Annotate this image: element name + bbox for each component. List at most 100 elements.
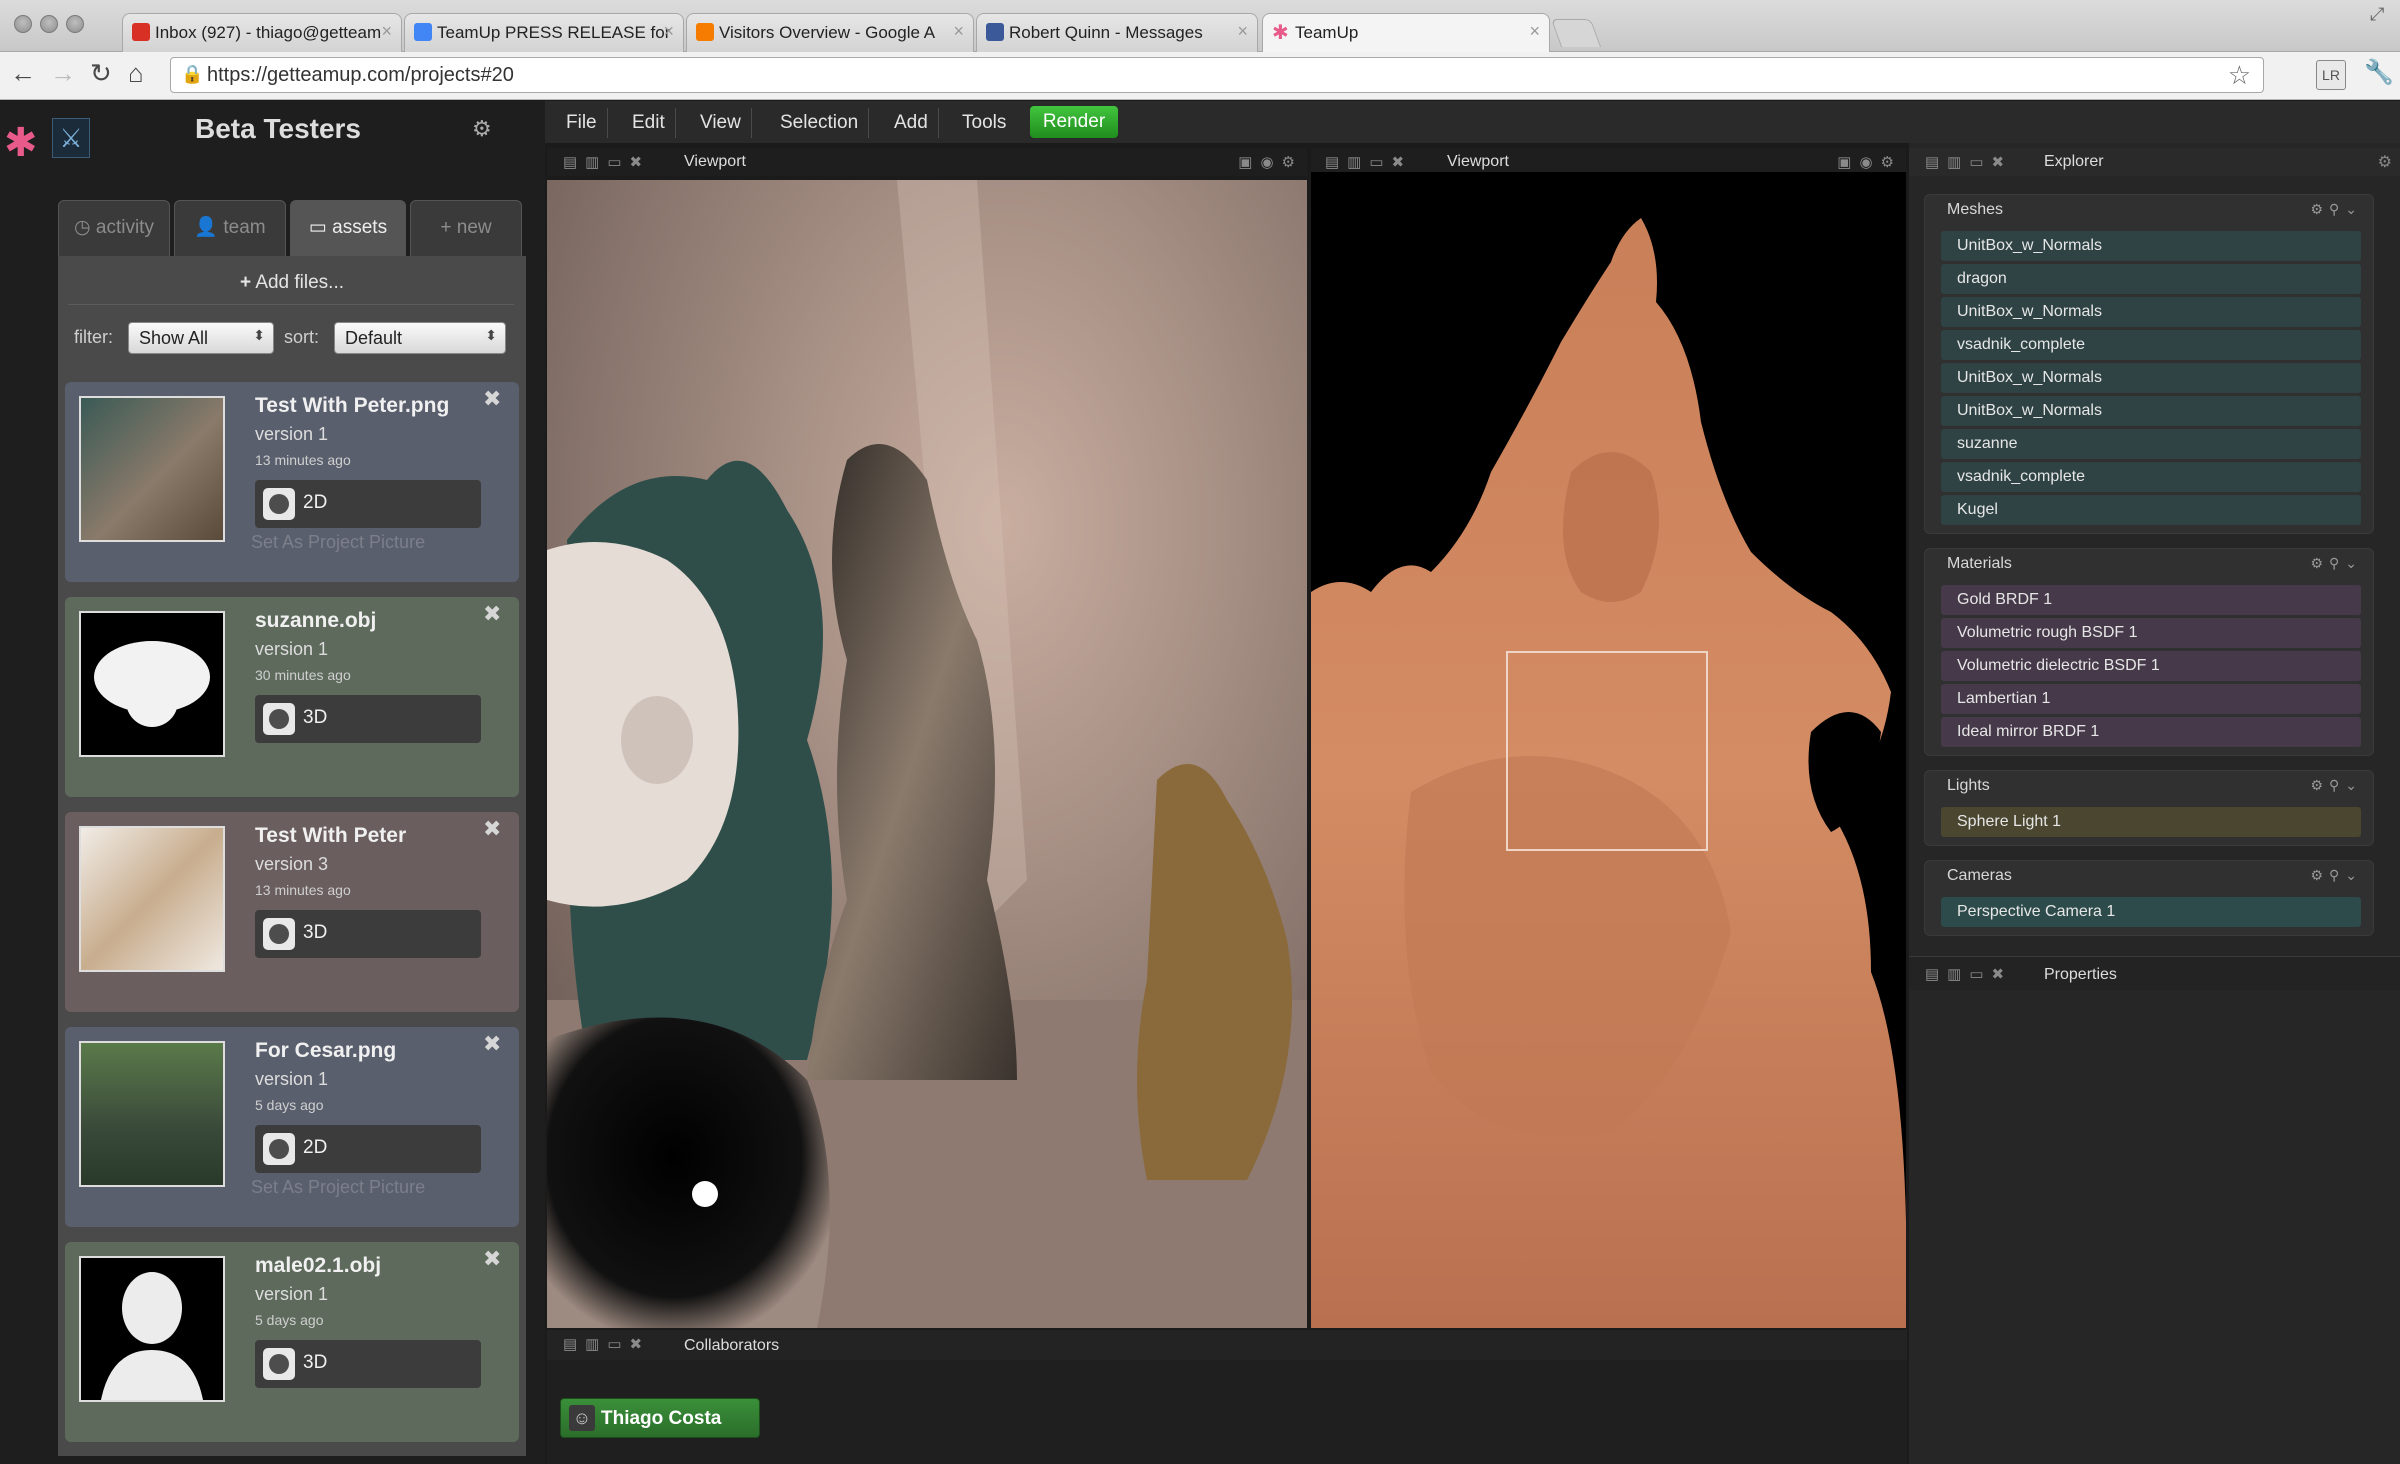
mesh-item[interactable]: UnitBox_w_Normals [1941,363,2361,393]
asset-type-badge[interactable]: 3D [255,1340,481,1388]
extension-icon[interactable]: LR [2316,60,2346,90]
tab-assets[interactable]: ▭ assets [290,200,406,256]
close-icon[interactable]: ✖ [483,601,501,627]
material-item[interactable]: Volumetric dielectric BSDF 1 [1941,651,2361,681]
close-icon[interactable]: ✖ [483,386,501,412]
mesh-item[interactable]: UnitBox_w_Normals [1941,396,2361,426]
material-item[interactable]: Lambertian 1 [1941,684,2361,714]
viewport-render-left[interactable] [547,180,1307,1328]
mesh-item[interactable]: vsadnik_complete [1941,330,2361,360]
mesh-item[interactable]: suzanne [1941,429,2361,459]
filter-label: filter: [74,327,114,347]
asset-type-badge[interactable]: 2D [255,1125,481,1173]
asset-version: version 1 [255,1069,329,1089]
mesh-item[interactable]: Kugel [1941,495,2361,525]
group-tool-icons[interactable]: ⚙⚲⌄ [2310,777,2363,794]
tab-team[interactable]: 👤 team [174,200,286,256]
browser-tab-docs[interactable]: TeamUp PRESS RELEASE for × [404,13,684,52]
asset-card[interactable]: Test With Peter version 3 13 minutes ago… [65,812,519,1012]
layout-icons[interactable]: ▤▥▭✖ [563,153,650,171]
mesh-item[interactable]: UnitBox_w_Normals [1941,231,2361,261]
browser-tab-facebook[interactable]: Robert Quinn - Messages × [976,13,1258,52]
asset-type-badge[interactable]: 3D [255,910,481,958]
asset-thumbnail[interactable] [79,1256,225,1402]
set-project-picture-link[interactable]: Set As Project Picture [251,532,425,553]
asset-thumbnail[interactable] [79,611,225,757]
close-tab-icon[interactable]: × [953,21,964,42]
browser-tab-teamup[interactable]: ✱ TeamUp × [1262,13,1550,52]
close-tab-icon[interactable]: × [1237,21,1248,42]
layout-icons[interactable]: ▤▥▭✖ [1925,153,2012,171]
menu-selection[interactable]: Selection [770,108,870,138]
layout-icons[interactable]: ▤▥▭✖ [563,1335,650,1353]
asset-thumbnail[interactable] [79,826,225,972]
collaborator-chip[interactable]: ☺ Thiago Costa [560,1398,760,1438]
group-tool-icons[interactable]: ⚙⚲⌄ [2310,201,2363,218]
gear-icon[interactable]: ⚙ [2378,152,2392,172]
add-files-button[interactable]: + Add files... [58,272,526,294]
asset-card[interactable]: Test With Peter.png version 1 13 minutes… [65,382,519,582]
set-project-picture-link[interactable]: Set As Project Picture [251,1177,425,1198]
tab-new[interactable]: + new [410,200,522,256]
viewport-tool-icons[interactable]: ▣◉⚙ [1238,153,1303,171]
menu-tools[interactable]: Tools [952,108,1016,138]
material-item[interactable]: Ideal mirror BRDF 1 [1941,717,2361,747]
reload-icon[interactable]: ↻ [90,58,112,88]
zoom-window-button[interactable] [66,15,84,33]
material-item[interactable]: Gold BRDF 1 [1941,585,2361,615]
explorer-header: ▤▥▭✖ Explorer ⚙ [1909,148,2400,176]
menu-view[interactable]: View [690,108,752,138]
browser-tab-analytics[interactable]: Visitors Overview - Google A × [686,13,974,52]
asset-type-badge[interactable]: 3D [255,695,481,743]
material-item[interactable]: Volumetric rough BSDF 1 [1941,618,2361,648]
gear-icon[interactable]: ⚙ [472,116,492,142]
mesh-item[interactable]: UnitBox_w_Normals [1941,297,2361,327]
minimize-window-button[interactable] [40,15,58,33]
teamup-logo[interactable]: ✱ [4,120,38,166]
project-title: Beta Testers [195,113,362,144]
close-window-button[interactable] [14,15,32,33]
close-icon[interactable]: ✖ [483,1031,501,1057]
layout-icons[interactable]: ▤▥▭✖ [1925,965,2012,983]
render-button[interactable]: Render [1030,106,1118,138]
tab-activity[interactable]: ◷ activity [58,200,170,256]
bookmark-star-icon[interactable]: ☆ [2228,60,2251,91]
asset-thumbnail[interactable] [79,1041,225,1187]
asset-thumbnail[interactable] [79,396,225,542]
asset-time: 13 minutes ago [255,882,351,898]
sort-select[interactable]: Default ⬍ [334,322,506,354]
mesh-item[interactable]: dragon [1941,264,2361,294]
layout-icons[interactable]: ▤▥▭✖ [1325,153,1412,171]
project-avatar[interactable]: ⚔ [52,118,90,158]
home-icon[interactable]: ⌂ [128,58,144,88]
browser-tab-gmail[interactable]: Inbox (927) - thiago@getteam × [122,13,402,52]
filter-select[interactable]: Show All ⬍ [128,322,274,354]
camera-item[interactable]: Perspective Camera 1 [1941,897,2361,927]
sidebar-tabs: ◷ activity 👤 team ▭ assets + new [58,200,526,256]
asset-card[interactable]: male02.1.obj version 1 5 days ago 3D ✖ [65,1242,519,1442]
address-bar[interactable]: 🔒 https://getteamup.com/projects#20 ☆ [170,57,2264,93]
forward-icon[interactable]: → [50,58,76,88]
menu-file[interactable]: File [556,108,608,138]
close-icon[interactable]: ✖ [483,816,501,842]
group-tool-icons[interactable]: ⚙⚲⌄ [2310,555,2363,572]
light-item[interactable]: Sphere Light 1 [1941,807,2361,837]
menu-edit[interactable]: Edit [622,108,676,138]
new-tab-button[interactable] [1550,19,1602,47]
close-tab-icon[interactable]: × [1529,21,1540,42]
back-icon[interactable]: ← [10,58,36,88]
close-icon[interactable]: ✖ [483,1246,501,1272]
asset-card[interactable]: suzanne.obj version 1 30 minutes ago 3D … [65,597,519,797]
wrench-icon[interactable]: 🔧 [2364,58,2394,88]
viewport-render-right[interactable] [1311,172,1906,1328]
group-tool-icons[interactable]: ⚙⚲⌄ [2310,867,2363,884]
viewport-tool-icons[interactable]: ▣◉⚙ [1837,153,1902,171]
asset-time: 5 days ago [255,1097,324,1113]
mesh-item[interactable]: vsadnik_complete [1941,462,2361,492]
asset-card[interactable]: For Cesar.png version 1 5 days ago 2D Se… [65,1027,519,1227]
asset-type-badge[interactable]: 2D [255,480,481,528]
fullscreen-icon[interactable]: ⤢ [2370,4,2384,25]
close-tab-icon[interactable]: × [663,21,674,42]
close-tab-icon[interactable]: × [381,21,392,42]
menu-add[interactable]: Add [884,108,939,138]
